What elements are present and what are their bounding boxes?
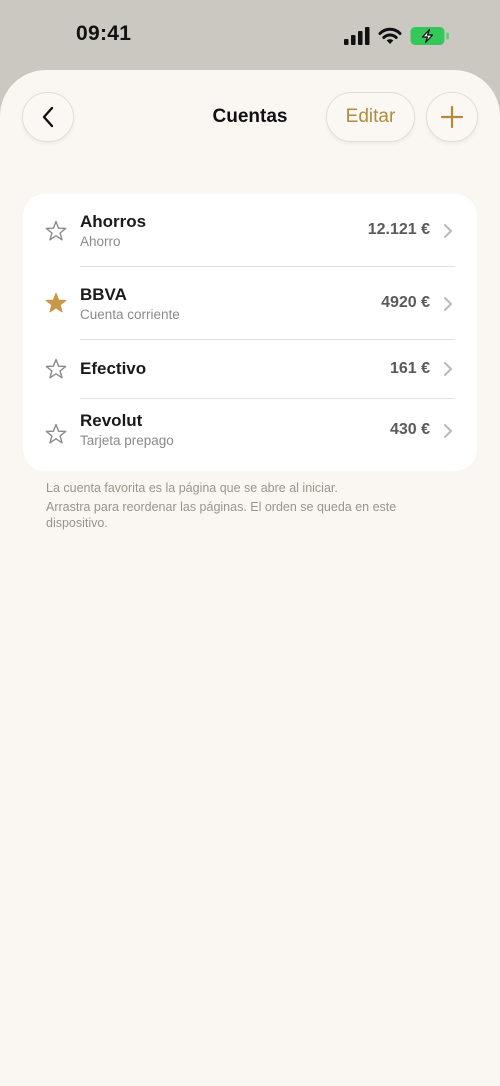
star-outline-icon[interactable] [44,357,68,381]
plus-icon [440,105,464,129]
status-time: 09:41 [76,22,132,45]
account-type: Tarjeta prepago [80,433,174,448]
status-icons [344,26,450,46]
account-row[interactable]: Efectivo 161 € [23,340,477,398]
battery-charging-icon [410,27,449,45]
footer-note-favorite: La cuenta favorita es la página que se a… [46,481,338,495]
chevron-right-icon [444,297,452,311]
account-balance: 4920 € [381,294,430,311]
add-account-button[interactable] [426,92,478,142]
account-type: Cuenta corriente [80,307,180,322]
page-title: Cuentas [212,106,288,127]
account-balance: 12.121 € [367,221,430,238]
status-bar: 09:41 [0,0,500,70]
account-type: Ahorro [80,234,121,249]
star-outline-icon[interactable] [44,422,68,446]
edit-button[interactable]: Editar [326,92,415,142]
star-outline-icon[interactable] [44,219,68,243]
account-row[interactable]: BBVA Cuenta corriente 4920 € [23,267,477,339]
account-balance: 430 € [389,421,430,438]
chevron-right-icon [444,224,452,238]
chevron-right-icon [444,424,452,438]
accounts-list: Ahorros Ahorro 12.121 € BBVA Cuenta corr… [23,194,477,471]
accounts-sheet: Cuentas Editar Ahorros Ahorro 12.121 € B… [0,70,500,1086]
footer-note-reorder: Arrastra para reordenar las páginas. El … [46,500,397,530]
account-name: Efectivo [80,359,147,378]
wifi-icon [378,27,402,44]
star-filled-icon[interactable] [44,291,68,315]
signal-icon [344,27,370,45]
account-row[interactable]: Ahorros Ahorro 12.121 € [23,194,477,266]
account-name: Revolut [80,411,143,430]
account-row[interactable]: Revolut Tarjeta prepago 430 € [23,399,477,471]
account-name: Ahorros [80,212,147,231]
chevron-right-icon [444,362,452,376]
account-name: BBVA [80,285,127,304]
account-balance: 161 € [389,360,430,377]
